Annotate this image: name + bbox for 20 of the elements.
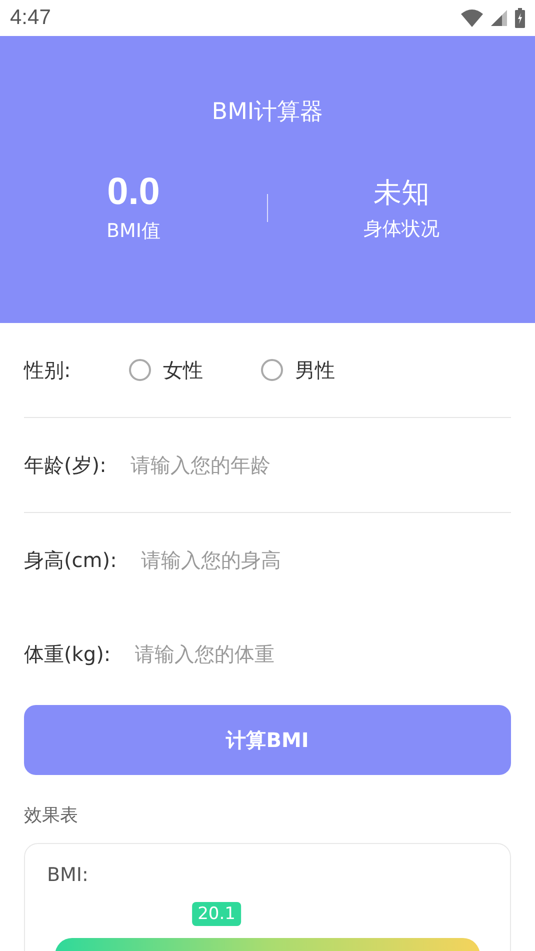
bmi-label: BMI: — [47, 864, 90, 886]
battery-icon — [515, 8, 525, 28]
radio-option[interactable]: 男性 — [260, 356, 335, 384]
section-title: 效果表 — [24, 804, 79, 827]
field-label: 年龄(岁): — [24, 452, 106, 478]
radio-option[interactable]: 女性 — [128, 356, 203, 384]
field-label: 性别: — [24, 356, 71, 384]
field-label: 体重(kg): — [24, 640, 111, 668]
stat-value: 0.0 — [107, 171, 160, 214]
radio-icon[interactable] — [260, 359, 283, 381]
app-title: BMI计算器 — [212, 98, 324, 127]
stat-label: 身体状况 — [364, 216, 440, 242]
radio-icon[interactable] — [128, 359, 151, 381]
stat-label: BMI值 — [106, 219, 161, 244]
status-time: 4:47 — [10, 6, 51, 30]
signal-icon — [491, 10, 507, 26]
stat-value: 未知 — [374, 174, 430, 210]
field-label: 身高(cm): — [24, 546, 117, 574]
wifi-icon — [461, 9, 483, 27]
bmi-marker: 20.1 — [192, 902, 242, 926]
